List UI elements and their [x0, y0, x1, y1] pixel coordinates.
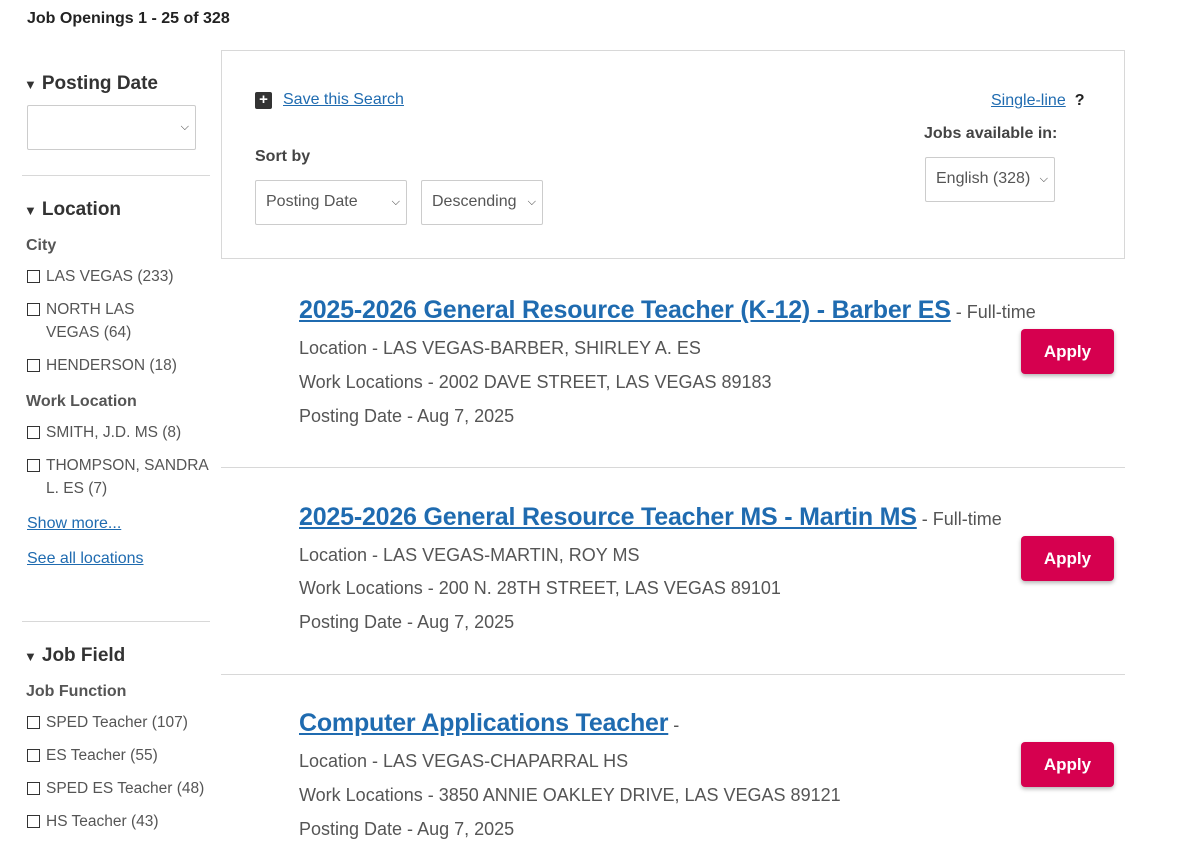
posting-date-select[interactable]: ⌵ [27, 105, 196, 150]
job-location: Location - LAS VEGAS-MARTIN, ROY MS [299, 545, 640, 565]
job-posting-date: Posting Date - Aug 7, 2025 [299, 406, 515, 426]
triangle-down-icon: ▼ [24, 202, 37, 218]
apply-button[interactable]: Apply [1021, 536, 1114, 581]
save-search-link[interactable]: Save this Search [283, 91, 404, 109]
checkbox[interactable] [27, 359, 40, 372]
chevron-down-icon: ⌵ [1039, 172, 1048, 185]
apply-button[interactable]: Apply [1021, 329, 1114, 374]
job-title-link[interactable]: 2025-2026 General Resource Teacher MS - … [299, 503, 917, 531]
facet-location: ▼ Location City LAS VEGAS (233) NORTH LA… [22, 176, 210, 622]
job-location: Location - LAS VEGAS-CHAPARRAL HS [299, 751, 629, 771]
work-location-filter-smith[interactable]: SMITH, J.D. MS (8) [27, 421, 210, 444]
job-listing: 2025-2026 General Resource Teacher MS - … [221, 503, 1125, 643]
job-work-locations: Work Locations - 3850 ANNIE OAKLEY DRIVE… [299, 785, 841, 805]
job-title-link[interactable]: Computer Applications Teacher [299, 709, 668, 737]
facet-job-field-toggle[interactable]: ▼ Job Field [24, 622, 210, 667]
checkbox[interactable] [27, 426, 40, 439]
job-function-filter-hs-teacher[interactable]: HS Teacher (43) [27, 810, 210, 833]
see-all-locations-link[interactable]: See all locations [27, 550, 210, 568]
chevron-down-icon: ⌵ [391, 195, 400, 208]
job-work-locations: Work Locations - 200 N. 28TH STREET, LAS… [299, 578, 781, 598]
job-posting-date: Posting Date - Aug 7, 2025 [299, 612, 515, 632]
work-location-subheading: Work Location [26, 393, 137, 410]
checkbox[interactable] [27, 459, 40, 472]
job-type: - Full-time [950, 302, 1036, 322]
triangle-down-icon: ▼ [24, 76, 37, 92]
facet-title-label: Job Field [41, 645, 126, 666]
city-subheading: City [26, 237, 57, 254]
checkbox[interactable] [27, 303, 40, 316]
language-select[interactable]: English (328) ⌵ [925, 157, 1055, 202]
job-listing: Computer Applications Teacher - Location… [221, 709, 1125, 846]
job-function-filter-sped-teacher[interactable]: SPED Teacher (107) [27, 711, 210, 734]
page-title: Job Openings 1 - 25 of 328 [27, 10, 230, 27]
facet-title-label: Location [41, 199, 122, 220]
job-function-subheading: Job Function [26, 683, 127, 700]
filter-label: HENDERSON (18) [46, 357, 177, 374]
checkbox[interactable] [27, 815, 40, 828]
checkbox[interactable] [27, 749, 40, 762]
filter-label: SMITH, J.D. MS (8) [46, 424, 182, 441]
filter-label: HS Teacher (43) [46, 813, 159, 830]
job-function-filter-es-teacher[interactable]: ES Teacher (55) [27, 744, 210, 767]
divider [221, 467, 1125, 468]
divider [221, 674, 1125, 675]
sort-field-select[interactable]: Posting Date ⌵ [255, 180, 407, 225]
checkbox[interactable] [27, 270, 40, 283]
job-work-locations: Work Locations - 2002 DAVE STREET, LAS V… [299, 372, 772, 392]
plus-icon[interactable]: + [255, 91, 272, 109]
job-posting-date: Posting Date - Aug 7, 2025 [299, 819, 515, 839]
help-icon[interactable]: ? [1075, 92, 1085, 110]
job-listing: 2025-2026 General Resource Teacher (K-12… [221, 296, 1125, 436]
city-filter-north-las-vegas[interactable]: NORTH LAS VEGAS (64) [27, 298, 147, 344]
filter-sidebar: ▼ Posting Date ⌵ ▼ Location City LAS VEG… [22, 64, 210, 833]
filter-label: LAS VEGAS (233) [46, 268, 174, 285]
jobs-available-label: Jobs available in: [924, 125, 1058, 142]
save-search[interactable]: + Save this Search [255, 91, 404, 109]
chevron-down-icon: ⌵ [180, 120, 189, 133]
city-filter-henderson[interactable]: HENDERSON (18) [27, 354, 210, 377]
job-function-filter-sped-es-teacher[interactable]: SPED ES Teacher (48) [27, 777, 210, 800]
chevron-down-icon: ⌵ [527, 195, 536, 208]
facet-posting-date: ▼ Posting Date ⌵ [22, 64, 210, 176]
facet-title-label: Posting Date [41, 73, 158, 94]
triangle-down-icon: ▼ [24, 648, 37, 664]
job-location: Location - LAS VEGAS-BARBER, SHIRLEY A. … [299, 338, 701, 358]
show-more-link[interactable]: Show more... [27, 515, 210, 533]
single-line-link[interactable]: Single-line [991, 92, 1066, 110]
job-type: - [668, 715, 680, 735]
select-value: Descending [432, 193, 517, 210]
filter-label: NORTH LAS VEGAS (64) [46, 301, 135, 341]
select-value: English (328) [936, 170, 1031, 187]
search-options-panel: + Save this Search Sort by Posting Date … [221, 50, 1125, 259]
filter-label: THOMPSON, SANDRA L. ES (7) [46, 457, 208, 497]
facet-location-toggle[interactable]: ▼ Location [24, 176, 210, 221]
checkbox[interactable] [27, 782, 40, 795]
job-title-line: 2025-2026 General Resource Teacher (K-12… [299, 296, 1036, 325]
facet-posting-date-toggle[interactable]: ▼ Posting Date [24, 64, 210, 95]
select-value: Posting Date [266, 193, 358, 210]
facet-job-field: ▼ Job Field Job Function SPED Teacher (1… [22, 622, 210, 833]
single-line-toggle[interactable]: Single-line ? [991, 92, 1085, 110]
job-title-line: Computer Applications Teacher - [299, 709, 679, 738]
city-filter-las-vegas[interactable]: LAS VEGAS (233) [27, 265, 210, 288]
job-title-link[interactable]: 2025-2026 General Resource Teacher (K-12… [299, 296, 951, 324]
sort-order-select[interactable]: Descending ⌵ [421, 180, 543, 225]
apply-button[interactable]: Apply [1021, 742, 1114, 787]
job-type: - Full-time [916, 509, 1002, 529]
filter-label: ES Teacher (55) [46, 747, 158, 764]
sort-by-label: Sort by [255, 148, 311, 165]
checkbox[interactable] [27, 716, 40, 729]
filter-label: SPED Teacher (107) [46, 714, 188, 731]
filter-label: SPED ES Teacher (48) [46, 780, 205, 797]
job-title-line: 2025-2026 General Resource Teacher MS - … [299, 503, 1002, 532]
work-location-filter-thompson[interactable]: THOMPSON, SANDRA L. ES (7) [27, 454, 211, 500]
